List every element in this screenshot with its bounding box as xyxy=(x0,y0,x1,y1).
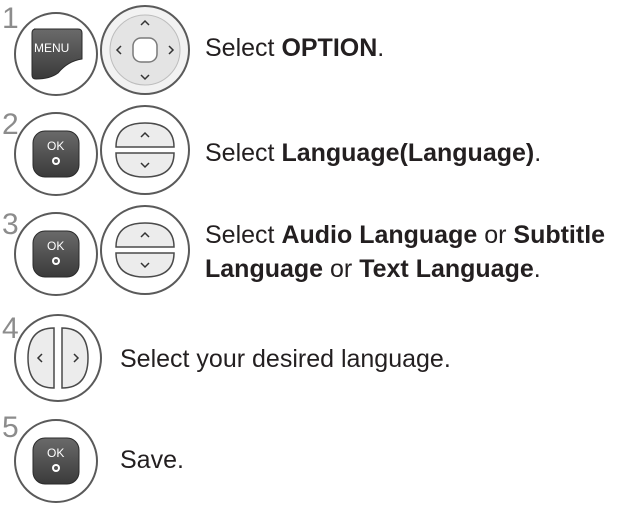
ok-button-icon: OK xyxy=(30,435,82,487)
directional-pad-icon xyxy=(108,13,182,87)
step-number: 2 xyxy=(2,108,19,141)
step-4-instruction: Select your desired language. xyxy=(120,342,451,376)
ok-button-label: OK xyxy=(47,139,65,153)
left-right-button-icon xyxy=(24,324,92,392)
step-5: 5 OK Save. xyxy=(0,413,643,511)
text-fragment: or xyxy=(323,255,360,283)
step-5-instruction: Save. xyxy=(120,443,184,477)
step-1-instruction: Select OPTION. xyxy=(205,31,384,65)
step-3: 3 OK Select Audio Language or Subtitle L… xyxy=(0,200,643,310)
text-language-name: Text Language xyxy=(359,255,534,283)
text-fragment: . xyxy=(377,34,385,62)
ok-button-icon: OK xyxy=(30,228,82,280)
language-menu-name: Language(Language) xyxy=(281,139,535,167)
step-number: 5 xyxy=(2,411,19,444)
step-number: 4 xyxy=(2,312,19,345)
step-1: 1 MENU Select OPTION. xyxy=(0,0,643,100)
text-fragment: . xyxy=(534,139,542,167)
text-fragment: Save. xyxy=(120,446,184,474)
subtitle-name: Subtitle xyxy=(513,221,606,249)
step-2: 2 OK Select Language(Language). xyxy=(0,100,643,200)
text-fragment: Select xyxy=(205,221,282,249)
up-down-button-icon xyxy=(112,117,178,183)
step-3-instruction-line-1: Select Audio Language or Subtitle xyxy=(205,218,605,252)
step-number: 1 xyxy=(2,2,19,35)
option-menu-name: OPTION xyxy=(281,34,378,62)
text-fragment: . xyxy=(533,255,541,283)
menu-button-icon: MENU xyxy=(28,25,84,81)
ok-button-icon: OK xyxy=(30,128,82,180)
step-number: 3 xyxy=(2,208,19,241)
text-fragment: or xyxy=(477,221,514,249)
step-2-instruction: Select Language(Language). xyxy=(205,136,541,170)
text-fragment: Select xyxy=(205,139,282,167)
ok-button-label: OK xyxy=(47,446,65,460)
ok-button-label: OK xyxy=(47,239,65,253)
text-fragment: Select xyxy=(205,34,282,62)
menu-button-label: MENU xyxy=(34,41,70,55)
audio-language-name: Audio Language xyxy=(281,221,478,249)
subtitle-language-name: Language xyxy=(205,255,324,283)
text-fragment: Select your desired language. xyxy=(120,345,451,373)
step-3-instruction-line-2: Language or Text Language. xyxy=(205,252,541,286)
up-down-button-icon xyxy=(112,217,178,283)
step-4: 4 Select your desired language. xyxy=(0,308,643,413)
